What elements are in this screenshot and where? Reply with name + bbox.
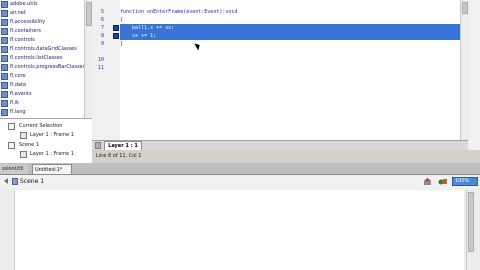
- tree-item-label: fl.events: [10, 91, 32, 97]
- tree-item[interactable]: fl.accessibility: [0, 18, 84, 27]
- tree-item[interactable]: adobe.utils: [0, 0, 84, 9]
- line-position-text: Line 8 of 11, Col 1: [96, 153, 142, 159]
- breakpoint-marker-icon[interactable]: [113, 33, 119, 39]
- tree-item[interactable]: fl.controls.dataGridClasses: [0, 45, 84, 54]
- line-number: 7: [100, 25, 104, 31]
- tree-item-label: air.net: [10, 10, 26, 16]
- tree-item[interactable]: fl.data: [0, 81, 84, 90]
- nav-item-current-selection[interactable]: Current Selection: [0, 122, 92, 131]
- frame-icon: [20, 151, 27, 158]
- code-line-selected[interactable]: sx += 1;: [120, 32, 460, 40]
- package-icon: [1, 37, 8, 44]
- tree-item-label: fl.containers: [10, 28, 42, 34]
- package-icon: [1, 64, 8, 71]
- document-tab-active[interactable]: Untitled-1*: [32, 164, 72, 174]
- tree-item[interactable]: fl.core: [0, 72, 84, 81]
- code-markers: [112, 0, 120, 140]
- package-icon: [1, 1, 8, 8]
- stage-scrollbar[interactable]: [466, 190, 475, 270]
- back-arrow-icon[interactable]: [2, 177, 10, 185]
- package-icon: [1, 10, 8, 17]
- document-tab-bar: [0, 163, 480, 175]
- package-icon: [1, 28, 8, 35]
- nav-item-label: Scene 1: [19, 142, 40, 148]
- selection-icon: [8, 123, 15, 130]
- tree-item[interactable]: air.net: [0, 9, 84, 18]
- scene-label: Scene 1: [20, 178, 45, 185]
- code-line-selected[interactable]: ball1.x += sx;: [120, 24, 460, 32]
- line-number-gutter: 5 6 7 8 9 10 11: [92, 0, 110, 140]
- nav-item-label: Layer 1 : Frame 1: [30, 151, 74, 157]
- code-scrollbar-thumb[interactable]: [462, 2, 468, 14]
- status-bar: Line 8 of 11, Col 1: [92, 150, 468, 163]
- tree-item[interactable]: fl.events: [0, 90, 84, 99]
- line-number: 8: [100, 33, 104, 39]
- tree-item[interactable]: fl.controls.listClasses: [0, 54, 84, 63]
- frame-icon: [20, 132, 27, 139]
- tree-item-label: fl.controls.dataGridClasses: [10, 46, 77, 52]
- edit-bar: [0, 175, 480, 190]
- tree-item[interactable]: fl.controls.progressBarClasses: [0, 63, 84, 72]
- line-number: 11: [97, 65, 104, 71]
- package-icon: [1, 46, 8, 53]
- package-icon: [1, 82, 8, 89]
- code-editor[interactable]: function onEnterFrame(event:Event):void …: [120, 0, 460, 140]
- tree-item-label: adobe.utils: [10, 1, 38, 7]
- document-tab[interactable]: ssionUtil: [0, 164, 28, 174]
- tree-item-label: fl.data: [10, 82, 27, 88]
- scene-icon: [8, 142, 15, 149]
- nav-item-scene[interactable]: Scene 1: [0, 141, 92, 150]
- code-line[interactable]: function onEnterFrame(event:Event):void: [120, 8, 460, 16]
- line-number: 9: [100, 41, 104, 47]
- tree-item[interactable]: fl.controls: [0, 36, 84, 45]
- nav-item-frame[interactable]: Layer 1 : Frame 1: [0, 150, 92, 159]
- tree-item-label: fl.controls.progressBarClasses: [10, 64, 85, 70]
- tree-item-label: fl.controls: [10, 37, 35, 43]
- tree-item[interactable]: fl.ik: [0, 99, 84, 108]
- zoom-select[interactable]: 100%: [452, 177, 478, 186]
- package-icon: [1, 19, 8, 26]
- pin-script-icon[interactable]: [95, 142, 101, 149]
- tree-item-label: fl.core: [10, 73, 26, 79]
- package-icon: [1, 91, 8, 98]
- tree-item[interactable]: fl.containers: [0, 27, 84, 36]
- tree-item-label: fl.accessibility: [10, 19, 46, 25]
- stage-scrollbar-thumb[interactable]: [468, 192, 474, 252]
- tree-item-label: fl.lang: [10, 109, 26, 115]
- edit-symbols-icon[interactable]: [438, 177, 448, 186]
- tree-item[interactable]: fl.lang: [0, 108, 84, 117]
- nav-item-label: Layer 1 : Frame 1: [30, 132, 74, 138]
- nav-item-frame[interactable]: Layer 1 : Frame 1: [0, 131, 92, 140]
- tree-item-label: fl.ik: [10, 100, 20, 106]
- package-icon: [1, 55, 8, 62]
- code-line[interactable]: }: [120, 40, 460, 48]
- line-number: 6: [100, 17, 104, 23]
- package-icon: [1, 109, 8, 116]
- line-number: 5: [100, 9, 104, 15]
- code-line[interactable]: {: [120, 16, 460, 24]
- scene-icon: [12, 178, 18, 185]
- tree-item-label: fl.controls.listClasses: [10, 55, 63, 61]
- nav-item-label: Current Selection: [19, 123, 63, 129]
- actions-package-tree: adobe.utils air.net fl.accessibility fl.…: [0, 0, 85, 118]
- script-navigator: Current Selection Layer 1 : Frame 1 Scen…: [0, 118, 92, 164]
- edit-scene-icon[interactable]: [423, 177, 433, 186]
- code-scrollbar[interactable]: [460, 0, 469, 140]
- line-number: 10: [97, 57, 104, 63]
- package-icon: [1, 73, 8, 80]
- stage-canvas[interactable]: [14, 190, 464, 270]
- breakpoint-marker-icon[interactable]: [113, 25, 119, 31]
- package-icon: [1, 100, 8, 107]
